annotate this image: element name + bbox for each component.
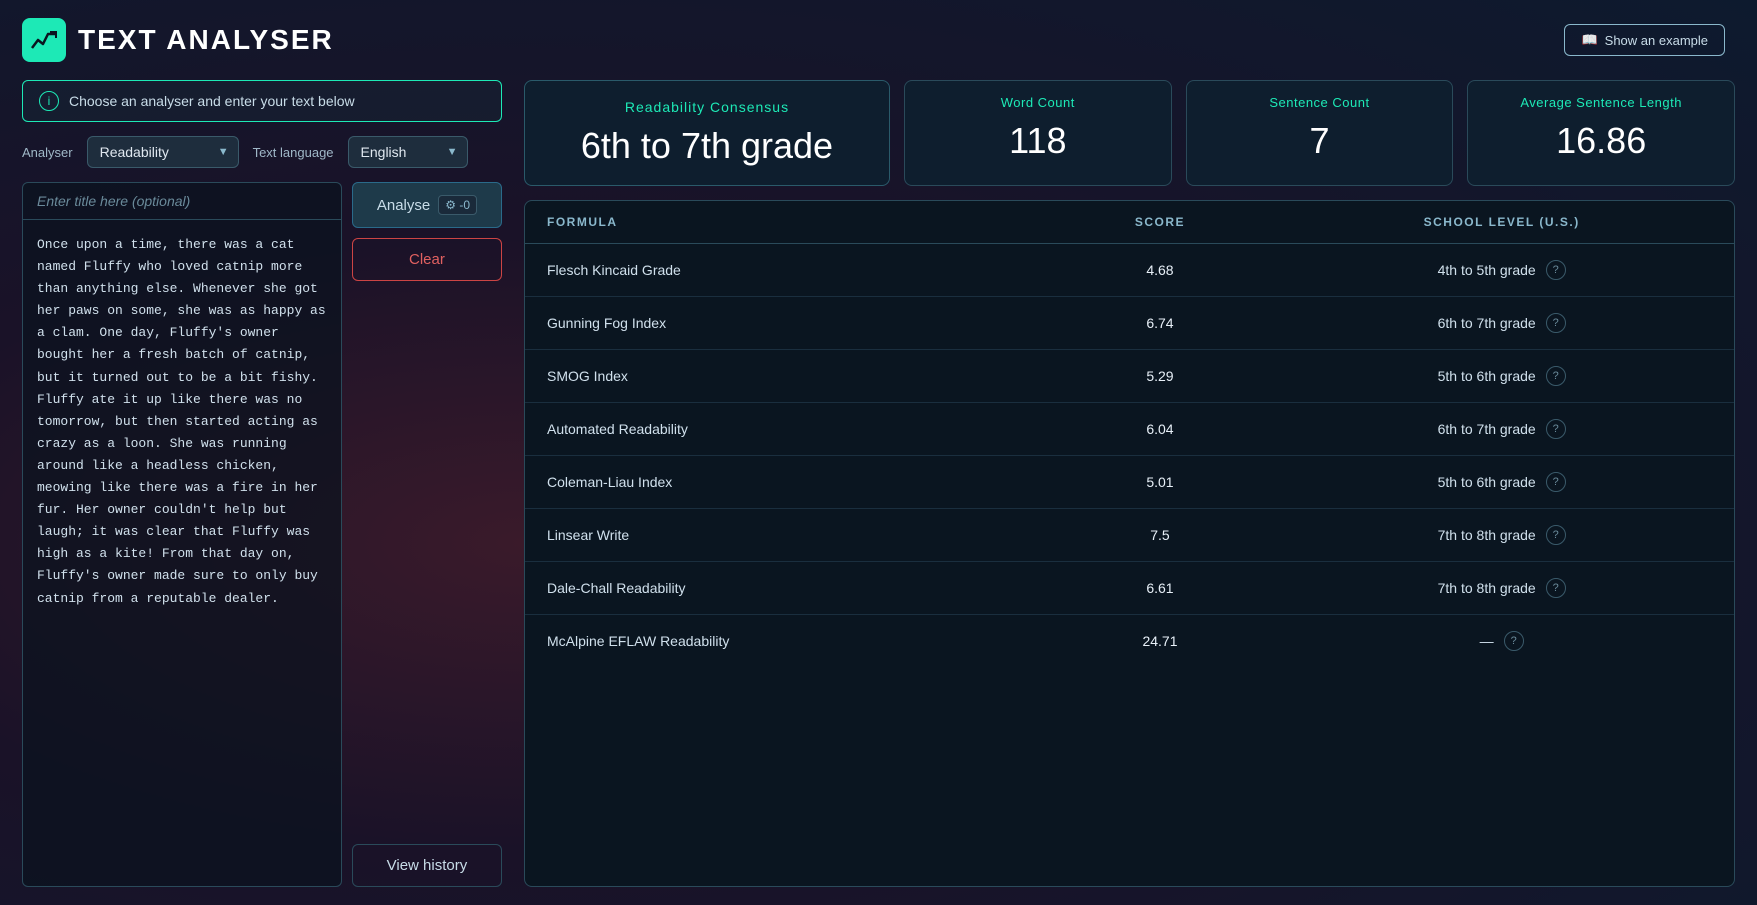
col-school-header: SCHOOL LEVEL (U.S.): [1269, 201, 1734, 244]
avg-sentence-card: Average Sentence Length 16.86: [1467, 80, 1735, 186]
actions-top: Analyse ⚙ -0 Clear: [352, 182, 502, 281]
consensus-value: 6th to 7th grade: [581, 125, 833, 167]
language-select[interactable]: English French Spanish German: [348, 136, 468, 168]
consensus-label: Readability Consensus: [625, 99, 789, 115]
table-row: Flesch Kincaid Grade4.684th to 5th grade…: [525, 244, 1734, 297]
score-cell: 24.71: [1051, 615, 1270, 668]
actions-column: Analyse ⚙ -0 Clear View history: [352, 182, 502, 887]
school-level-cell: 7th to 8th grade?: [1269, 509, 1734, 562]
help-icon[interactable]: ?: [1504, 631, 1524, 651]
score-cell: 6.04: [1051, 403, 1270, 456]
logo-box: TEXT ANALYSER: [22, 18, 334, 62]
right-panel: Readability Consensus 6th to 7th grade W…: [524, 80, 1735, 887]
formula-cell: Automated Readability: [525, 403, 1051, 456]
school-level-text: 5th to 6th grade: [1438, 474, 1536, 490]
col-formula-header: FORMULA: [525, 201, 1051, 244]
sentence-count-card: Sentence Count 7: [1186, 80, 1454, 186]
score-cell: 5.01: [1051, 456, 1270, 509]
help-icon[interactable]: ?: [1546, 472, 1566, 492]
school-level-text: 6th to 7th grade: [1438, 315, 1536, 331]
school-level-text: 5th to 6th grade: [1438, 368, 1536, 384]
formula-cell: Linsear Write: [525, 509, 1051, 562]
analyser-label: Analyser: [22, 145, 73, 160]
school-level-text: 7th to 8th grade: [1438, 527, 1536, 543]
avg-sentence-label: Average Sentence Length: [1520, 95, 1682, 110]
table-header-row: FORMULA SCORE SCHOOL LEVEL (U.S.): [525, 201, 1734, 244]
word-count-value: 118: [1009, 120, 1066, 162]
school-level-cell: 4th to 5th grade?: [1269, 244, 1734, 297]
table-row: Linsear Write7.57th to 8th grade?: [525, 509, 1734, 562]
sentence-count-value: 7: [1309, 120, 1329, 162]
stats-row: Readability Consensus 6th to 7th grade W…: [524, 80, 1735, 186]
school-level-cell: 5th to 6th grade?: [1269, 456, 1734, 509]
sentence-count-label: Sentence Count: [1269, 95, 1369, 110]
word-count-card: Word Count 118: [904, 80, 1172, 186]
help-icon[interactable]: ?: [1546, 578, 1566, 598]
editor-and-actions: Once upon a time, there was a cat named …: [22, 182, 502, 887]
school-level-cell: 7th to 8th grade?: [1269, 562, 1734, 615]
analyse-button[interactable]: Analyse ⚙ -0: [352, 182, 502, 228]
score-cell: 6.74: [1051, 297, 1270, 350]
avg-sentence-value: 16.86: [1556, 120, 1646, 162]
table-row: Gunning Fog Index6.746th to 7th grade?: [525, 297, 1734, 350]
help-icon[interactable]: ?: [1546, 313, 1566, 333]
main-layout: i Choose an analyser and enter your text…: [22, 80, 1735, 887]
formula-cell: SMOG Index: [525, 350, 1051, 403]
school-level-cell: 5th to 6th grade?: [1269, 350, 1734, 403]
help-icon[interactable]: ?: [1546, 419, 1566, 439]
header: TEXT ANALYSER 📖 Show an example: [22, 18, 1735, 62]
score-cell: 5.29: [1051, 350, 1270, 403]
school-level-cell: —?: [1269, 615, 1734, 668]
formula-cell: McAlpine EFLAW Readability: [525, 615, 1051, 668]
consensus-card: Readability Consensus 6th to 7th grade: [524, 80, 890, 186]
actions-bottom: View history: [352, 844, 502, 887]
school-level-text: 6th to 7th grade: [1438, 421, 1536, 437]
text-language-label: Text language: [253, 145, 334, 160]
formula-cell: Coleman-Liau Index: [525, 456, 1051, 509]
title-input[interactable]: [23, 183, 341, 220]
help-icon[interactable]: ?: [1546, 260, 1566, 280]
formula-cell: Flesch Kincaid Grade: [525, 244, 1051, 297]
show-example-button[interactable]: 📖 Show an example: [1564, 24, 1725, 56]
clear-button[interactable]: Clear: [352, 238, 502, 281]
text-language-group: Text language: [253, 145, 334, 160]
view-history-button[interactable]: View history: [352, 844, 502, 887]
info-icon: i: [39, 91, 59, 111]
info-bar: i Choose an analyser and enter your text…: [22, 80, 502, 122]
school-level-cell: 6th to 7th grade?: [1269, 297, 1734, 350]
formula-cell: Dale-Chall Readability: [525, 562, 1051, 615]
table-row: SMOG Index5.295th to 6th grade?: [525, 350, 1734, 403]
app-title: TEXT ANALYSER: [78, 24, 334, 56]
table-row: Coleman-Liau Index5.015th to 6th grade?: [525, 456, 1734, 509]
school-level-text: 7th to 8th grade: [1438, 580, 1536, 596]
table-row: Dale-Chall Readability6.617th to 8th gra…: [525, 562, 1734, 615]
school-level-text: —: [1480, 633, 1494, 649]
analyse-badge: ⚙ -0: [438, 195, 477, 215]
score-cell: 4.68: [1051, 244, 1270, 297]
left-panel: i Choose an analyser and enter your text…: [22, 80, 502, 887]
table-row: McAlpine EFLAW Readability24.71—?: [525, 615, 1734, 668]
analyser-select-wrapper[interactable]: Readability Keyword Density Word Frequen…: [87, 136, 239, 168]
language-select-wrapper[interactable]: English French Spanish German ▼: [348, 136, 468, 168]
formula-cell: Gunning Fog Index: [525, 297, 1051, 350]
results-table: FORMULA SCORE SCHOOL LEVEL (U.S.) Flesch…: [525, 201, 1734, 667]
table-row: Automated Readability6.046th to 7th grad…: [525, 403, 1734, 456]
help-icon[interactable]: ?: [1546, 366, 1566, 386]
book-icon: 📖: [1581, 32, 1597, 48]
logo-icon: [22, 18, 66, 62]
score-cell: 7.5: [1051, 509, 1270, 562]
editor-area: Once upon a time, there was a cat named …: [22, 182, 342, 887]
school-level-cell: 6th to 7th grade?: [1269, 403, 1734, 456]
results-table-container: FORMULA SCORE SCHOOL LEVEL (U.S.) Flesch…: [524, 200, 1735, 887]
editor-column: Once upon a time, there was a cat named …: [22, 182, 342, 887]
text-area[interactable]: Once upon a time, there was a cat named …: [23, 220, 341, 886]
help-icon[interactable]: ?: [1546, 525, 1566, 545]
col-score-header: SCORE: [1051, 201, 1270, 244]
analyser-select[interactable]: Readability Keyword Density Word Frequen…: [87, 136, 239, 168]
controls-row: Analyser Readability Keyword Density Wor…: [22, 136, 502, 168]
score-cell: 6.61: [1051, 562, 1270, 615]
school-level-text: 4th to 5th grade: [1438, 262, 1536, 278]
word-count-label: Word Count: [1001, 95, 1075, 110]
